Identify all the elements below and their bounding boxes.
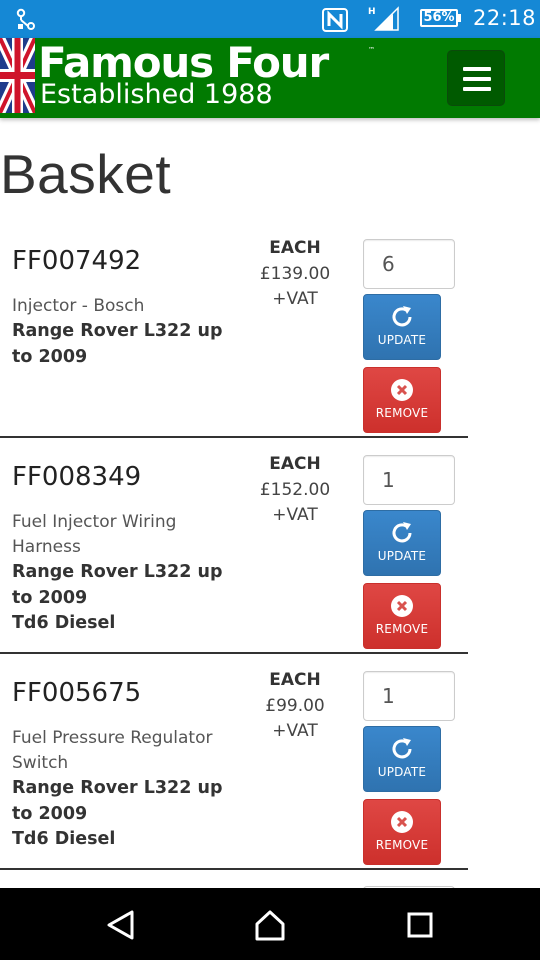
battery-icon: 56% xyxy=(420,9,458,27)
hamburger-menu-button[interactable] xyxy=(447,50,505,106)
brand-trademark: ™ xyxy=(368,46,375,54)
brand-tagline: Established 1988 xyxy=(40,79,273,110)
quantity-input[interactable] xyxy=(363,671,455,721)
refresh-icon xyxy=(392,738,412,759)
battery-percent: 56% xyxy=(423,10,455,25)
site-header: Famous Four ™ Established 1988 xyxy=(0,38,540,118)
nfc-icon xyxy=(322,8,348,32)
back-icon[interactable] xyxy=(104,908,138,942)
item-code[interactable]: FF007492 xyxy=(12,246,141,276)
price-block: EACH £152.00 +VAT xyxy=(235,452,355,529)
ongoing-notification-icon xyxy=(16,8,35,30)
remove-label: REMOVE xyxy=(375,838,429,852)
price-label: EACH xyxy=(269,238,321,258)
item-code[interactable]: FF008349 xyxy=(12,462,141,492)
vat-note: +VAT xyxy=(272,721,318,741)
unit-price: £152.00 xyxy=(259,479,331,500)
signal-icon: H xyxy=(368,6,399,31)
vat-note: +VAT xyxy=(272,289,318,309)
basket-item: FF008349 Fuel Injector Wiring Harness Ra… xyxy=(0,438,468,654)
update-button[interactable]: UPDATE xyxy=(363,294,441,360)
remove-circle-icon xyxy=(391,595,413,617)
item-details: Fuel Pressure Regulator Switch Range Rov… xyxy=(12,726,237,853)
remove-button[interactable]: REMOVE xyxy=(363,583,441,649)
update-label: UPDATE xyxy=(377,765,427,779)
remove-button[interactable]: REMOVE xyxy=(363,799,441,865)
unit-price: £99.00 xyxy=(265,695,325,716)
item-details: Injector - Bosch Range Rover L322 up to … xyxy=(12,294,237,370)
item-fitment: Range Rover L322 up to 2009 xyxy=(12,562,223,608)
price-block: EACH £99.00 +VAT xyxy=(235,668,355,745)
system-nav-bar xyxy=(0,888,540,960)
item-description: Fuel Pressure Regulator Switch xyxy=(12,728,213,773)
unit-price: £139.00 xyxy=(259,263,331,284)
item-fitment: Range Rover L322 up to 2009 xyxy=(12,321,223,367)
update-button[interactable]: UPDATE xyxy=(363,510,441,576)
update-label: UPDATE xyxy=(377,333,427,347)
status-bar: H 56% 22:18 xyxy=(0,0,540,38)
item-fitment: Td6 Diesel xyxy=(12,829,116,849)
vat-note: +VAT xyxy=(272,505,318,525)
remove-circle-icon xyxy=(391,379,413,401)
remove-circle-icon xyxy=(391,811,413,833)
item-description: Injector - Bosch xyxy=(12,296,145,316)
recents-icon[interactable] xyxy=(403,908,437,942)
page-title: Basket xyxy=(0,143,172,205)
remove-button[interactable]: REMOVE xyxy=(363,367,441,433)
price-label: EACH xyxy=(269,454,321,474)
home-icon[interactable] xyxy=(253,908,287,942)
price-block: EACH £139.00 +VAT xyxy=(235,236,355,313)
quantity-input[interactable] xyxy=(363,455,455,505)
item-details: Fuel Injector Wiring Harness Range Rover… xyxy=(12,510,237,637)
refresh-icon xyxy=(392,522,412,543)
basket-list: FF007492 Injector - Bosch Range Rover L3… xyxy=(0,222,468,888)
update-label: UPDATE xyxy=(377,549,427,563)
remove-label: REMOVE xyxy=(375,406,429,420)
item-fitment: Range Rover L322 up to 2009 xyxy=(12,778,223,824)
basket-item: FF007492 Injector - Bosch Range Rover L3… xyxy=(0,222,468,438)
quantity-input[interactable] xyxy=(363,239,455,289)
battery-tip xyxy=(458,14,461,22)
refresh-icon xyxy=(392,306,412,327)
item-code[interactable]: FF005675 xyxy=(12,678,141,708)
status-clock: 22:18 xyxy=(473,6,537,30)
item-fitment: Td6 Diesel xyxy=(12,613,116,633)
update-button[interactable]: UPDATE xyxy=(363,726,441,792)
network-type-label: H xyxy=(368,7,376,17)
remove-label: REMOVE xyxy=(375,622,429,636)
basket-item: FF005675 Fuel Pressure Regulator Switch … xyxy=(0,654,468,870)
price-label: EACH xyxy=(269,670,321,690)
item-description: Fuel Injector Wiring Harness xyxy=(12,512,177,557)
union-jack-flag-icon[interactable] xyxy=(0,38,35,113)
